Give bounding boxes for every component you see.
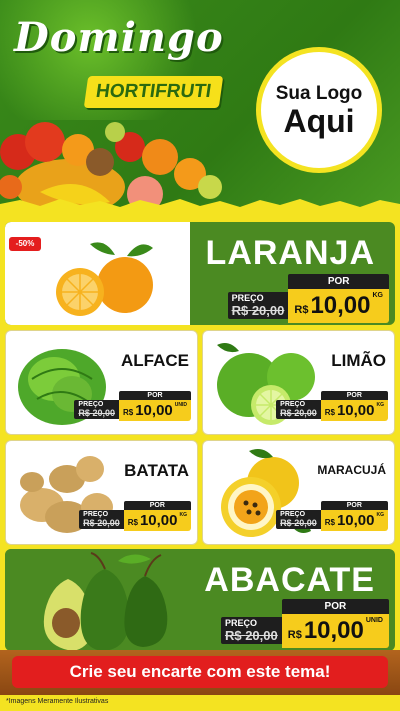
price-tag-abacate: PREÇO R$ 20,00 POR R$ 10,00 UNID	[220, 599, 389, 648]
price-tag-batata: PREÇO R$ 20,00 POR R$ 10,00 KG	[79, 501, 191, 531]
price-tag-alface: PREÇO R$ 20,00 POR R$ 10,00 UNID	[74, 391, 191, 421]
old-price-abacate: 20,00	[245, 628, 278, 643]
product-name-maracuja: MARACUJÁ	[317, 463, 386, 477]
old-price-batata: 20,00	[97, 518, 120, 528]
old-price-alface: 20,00	[92, 408, 115, 418]
price-laranja: 10,00	[310, 292, 371, 319]
header-banner: Domingo HORTIFRUTI Sua Logo Aqui	[0, 0, 400, 215]
avocado-icon	[43, 552, 168, 651]
price-tag-limao: PREÇO R$ 20,00 POR R$ 10,00 KG	[276, 391, 388, 421]
product-card-abacate[interactable]: ABACATE PREÇO R$ 20,00 POR R$ 10,00 UNID	[5, 549, 395, 651]
orange-icon	[56, 242, 153, 316]
cta-button[interactable]: Crie seu encarte com este tema!	[12, 656, 388, 688]
product-name-limao: LIMÃO	[331, 351, 386, 370]
price-abacate: 10,00	[303, 617, 364, 644]
old-price-maracuja: 20,00	[294, 518, 317, 528]
old-price-laranja: 20,00	[251, 303, 285, 318]
price-alface: 10,00	[135, 402, 173, 419]
price-tag-laranja: PREÇO R$ 20,00 POR R$ 10,00 KG	[227, 274, 389, 323]
discount-badge: -50%	[9, 237, 41, 251]
old-price-limao: 20,00	[294, 408, 317, 418]
footer-disclaimer: *Imagens Meramente Ilustrativas	[0, 695, 400, 711]
torn-edge	[0, 199, 400, 220]
product-name-batata: BATATA	[124, 461, 189, 480]
product-card-alface[interactable]: ALFACE PREÇO R$ 20,00 POR R$ 10,00 UNID	[5, 330, 198, 435]
product-card-batata[interactable]: BATATA PREÇO R$ 20,00 POR R$ 10,00 KG	[5, 440, 198, 545]
price-limao: 10,00	[336, 402, 375, 419]
product-card-limao[interactable]: LIMÃO PREÇO R$ 20,00 POR R$ 10,00 KG	[202, 330, 395, 435]
product-name-laranja: LARANJA	[205, 234, 375, 272]
logo-line2: Aqui	[283, 103, 355, 139]
product-name-alface: ALFACE	[121, 351, 189, 370]
product-name-abacate: ABACATE	[204, 561, 375, 599]
header-title: Domingo	[14, 14, 224, 61]
price-batata: 10,00	[139, 512, 178, 529]
logo-line1: Sua Logo	[275, 83, 363, 104]
price-tag-maracuja: PREÇO R$ 20,00 POR R$ 10,00 KG	[276, 501, 388, 531]
price-maracuja: 10,00	[336, 512, 375, 529]
product-card-laranja[interactable]: LARANJA PREÇO R$ 20,00 POR R$ 10,00 KG	[5, 222, 395, 325]
logo-placeholder[interactable]: Sua Logo Aqui	[256, 47, 382, 173]
product-card-maracuja[interactable]: MARACUJÁ PREÇO R$ 20,00 POR R$ 10,00 KG	[202, 440, 395, 545]
